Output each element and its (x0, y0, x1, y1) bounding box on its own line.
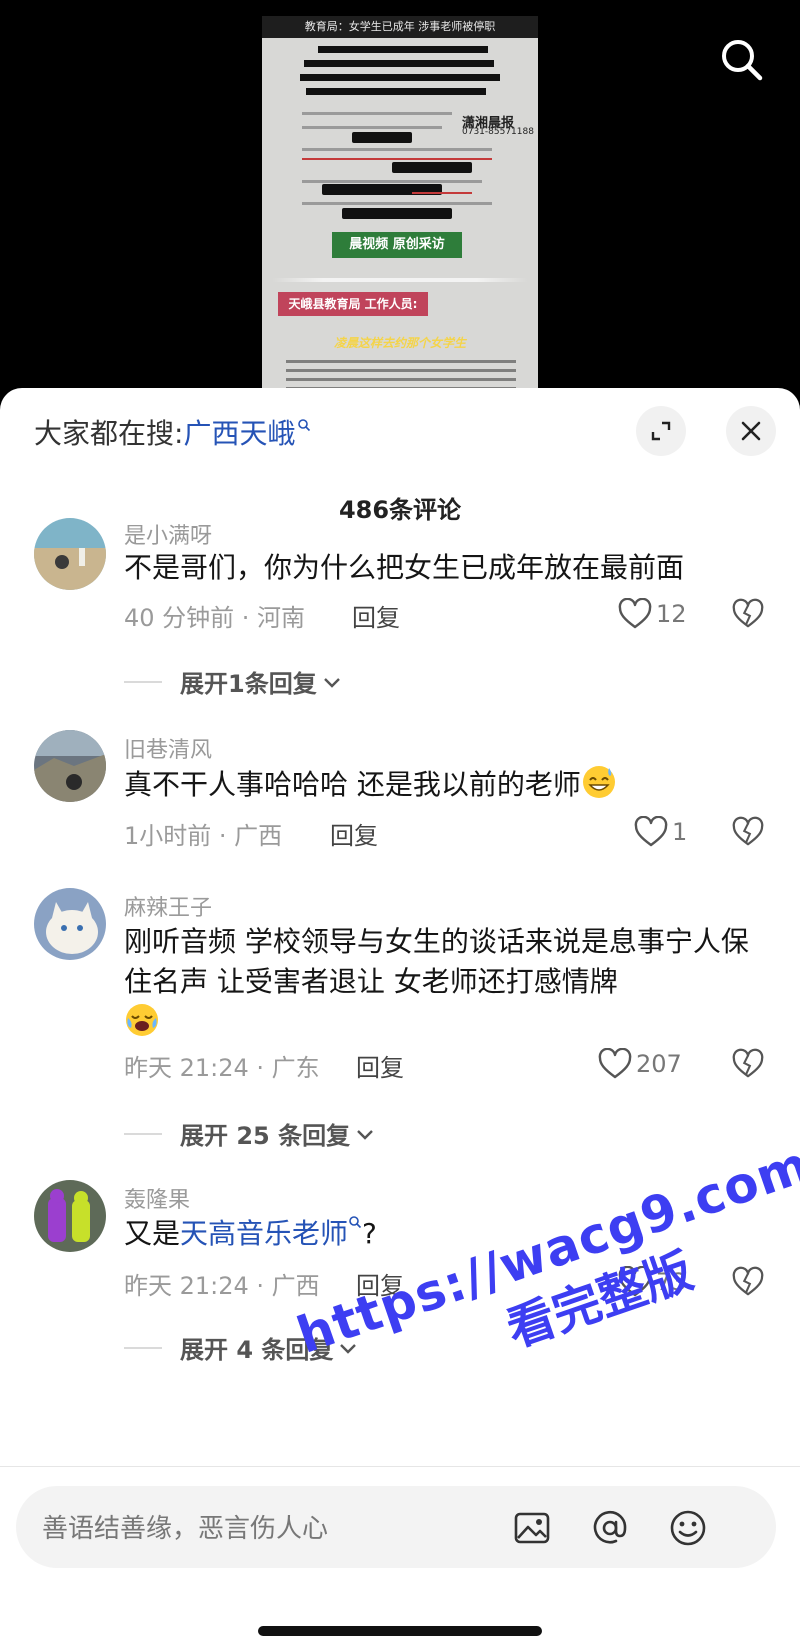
comment-sheet: 大家都在搜: 广西天峨 486条评论 是小满呀 不是哥们，你为什么把女生已成年放… (0, 388, 800, 1652)
heart-icon (598, 1048, 632, 1079)
trending-search[interactable]: 大家都在搜: 广西天峨 (34, 412, 311, 452)
video-subtitle-lines (286, 360, 516, 388)
redaction-bar (306, 88, 486, 95)
chevron-down-icon (340, 1343, 357, 1354)
dislike-icon[interactable] (732, 598, 764, 630)
expand-icon (651, 421, 671, 441)
reply-button[interactable]: 回复 (356, 1266, 404, 1301)
audio-wave (272, 278, 528, 282)
like-button[interactable]: 12 (618, 598, 687, 630)
trending-search-prefix: 大家都在搜: (34, 417, 184, 450)
comment-text: 真不干人事哈哈哈 还是我以前的老师 (124, 764, 774, 805)
comment-time-location: 1小时前 · 广西 (124, 822, 283, 850)
comment-input[interactable]: 善语结善缘，恶言伤人心 (16, 1486, 776, 1568)
crying-laughing-emoji-icon (126, 1004, 158, 1036)
sweat-smile-emoji-icon (582, 766, 615, 798)
emoji-icon[interactable] (668, 1508, 708, 1548)
chevron-down-icon (323, 677, 340, 688)
close-button[interactable] (726, 406, 776, 456)
expand-replies-button[interactable]: 展开 4 条回复 (124, 1330, 359, 1365)
image-icon[interactable] (512, 1508, 552, 1548)
reply-button[interactable]: 回复 (352, 598, 400, 633)
like-count: 1 (672, 818, 688, 846)
comment-time-location: 昨天 21:24 · 广西 (124, 1272, 320, 1300)
comment-author[interactable]: 轰隆果 (124, 1182, 190, 1214)
like-count: 73 (656, 1268, 687, 1296)
trending-search-term[interactable]: 广西天峨 (183, 412, 295, 452)
speaker-label: 天峨县教育局 工作人员: (278, 292, 428, 316)
dislike-icon[interactable] (732, 816, 764, 848)
comment-author[interactable]: 旧巷清风 (124, 732, 212, 764)
heart-icon (634, 816, 668, 847)
dislike-icon[interactable] (732, 1048, 764, 1080)
close-icon (741, 421, 761, 441)
news-phone: 0731-85571188 (462, 127, 534, 137)
comment-time-location: 40 分钟前 · 河南 (124, 604, 306, 632)
at-icon[interactable] (590, 1508, 630, 1548)
expand-replies-label: 展开 25 条回复 (180, 1122, 351, 1150)
divider (0, 1466, 800, 1467)
like-count: 12 (656, 600, 687, 628)
home-indicator[interactable] (258, 1626, 542, 1636)
search-icon (349, 1216, 362, 1229)
reply-button[interactable]: 回复 (330, 816, 378, 851)
comment-text: 刚听音频 学校领导与女生的谈话来说是息事宁人保住名声 让受害者退让 女老师还打感… (124, 922, 774, 1043)
redaction-bar (304, 60, 494, 67)
video-caption: 凌晨这样去约那个女学生 (333, 336, 466, 350)
video-badge: 晨视频 原创采访 (332, 232, 462, 258)
avatar[interactable] (34, 730, 106, 802)
search-link[interactable]: 天高音乐老师 (180, 1217, 348, 1250)
dislike-icon[interactable] (732, 1266, 764, 1298)
redaction-bar (300, 74, 500, 81)
avatar[interactable] (34, 1180, 106, 1252)
like-button[interactable]: 73 (618, 1266, 687, 1298)
comment-text: 又是天高音乐老师? (124, 1216, 377, 1250)
comment-time-location: 昨天 21:24 · 广东 (124, 1054, 320, 1082)
reply-button[interactable]: 回复 (356, 1048, 404, 1083)
comment-text: 不是哥们，你为什么把女生已成年放在最前面 (124, 551, 685, 584)
search-icon[interactable] (718, 36, 766, 84)
expand-replies-button[interactable]: 展开1条回复 (124, 664, 343, 699)
comment-author[interactable]: 是小满呀 (124, 518, 212, 550)
video-frame-title: 教育局：女学生已成年 涉事老师被停职 (262, 16, 538, 38)
like-button[interactable]: 207 (598, 1048, 682, 1080)
comment-count: 486条评论 (338, 496, 462, 524)
video-frame: 教育局：女学生已成年 涉事老师被停职 潇湘晨报 0731-85571188 晨视… (262, 16, 538, 388)
comment-input-placeholder: 善语结善缘，恶言伤人心 (42, 1514, 329, 1544)
video-player[interactable]: 教育局：女学生已成年 涉事老师被停职 潇湘晨报 0731-85571188 晨视… (0, 0, 800, 400)
redaction-bar (318, 46, 488, 53)
avatar[interactable] (34, 518, 106, 590)
expand-replies-button[interactable]: 展开 25 条回复 (124, 1116, 376, 1151)
like-button[interactable]: 1 (634, 816, 687, 848)
expand-button[interactable] (636, 406, 686, 456)
like-count: 207 (636, 1050, 682, 1078)
chevron-down-icon (357, 1129, 373, 1140)
expand-replies-label: 展开 4 条回复 (180, 1336, 334, 1364)
comment-author[interactable]: 麻辣王子 (124, 890, 212, 922)
heart-icon (618, 1266, 652, 1297)
search-icon (298, 419, 311, 432)
heart-icon (618, 598, 652, 629)
expand-replies-label: 展开1条回复 (180, 670, 317, 698)
avatar[interactable] (34, 888, 106, 960)
